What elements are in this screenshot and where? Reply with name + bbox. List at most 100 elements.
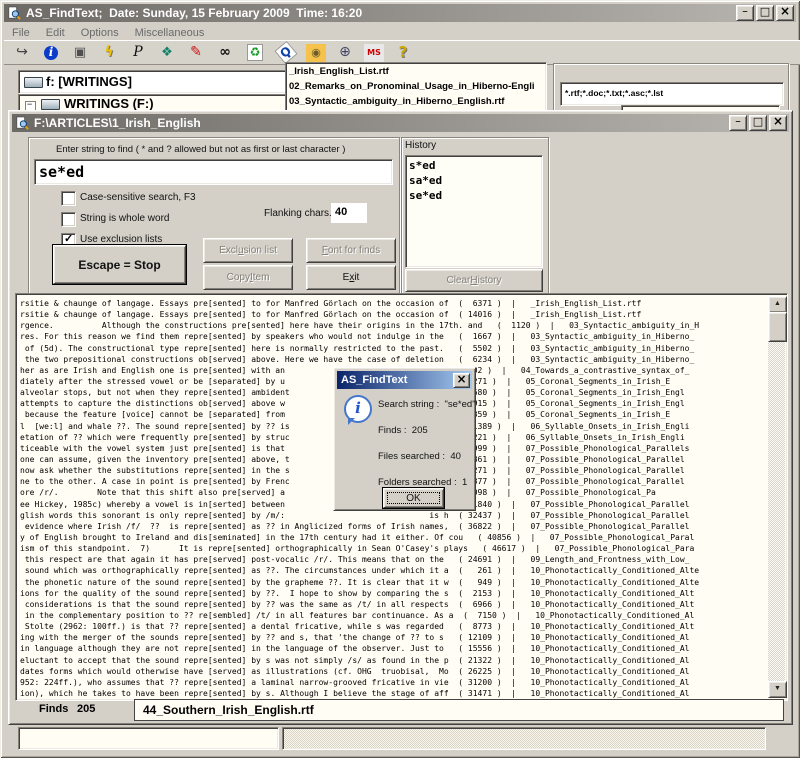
maximize-button[interactable] xyxy=(756,5,774,21)
result-line[interactable]: y of English brought to Ireland and dis[… xyxy=(20,532,768,543)
dialog-close-button[interactable] xyxy=(453,373,470,388)
use-exclusion-label: Use exclusion lists xyxy=(80,234,162,245)
history-list[interactable]: s*edsa*edse*ed xyxy=(405,155,543,268)
result-line[interactable]: Stolte (2962: 100ff.) is that ?? repre[s… xyxy=(20,621,768,632)
message-dialog: AS_FindText i Search string : "se*ed" Fi… xyxy=(333,367,476,511)
result-line[interactable]: dates forms which would otherwise have [… xyxy=(20,666,768,677)
results-scrollbar[interactable]: ▲ ▼ xyxy=(768,296,785,698)
search-page-icon[interactable]: Ϙ xyxy=(274,41,297,64)
ok-button[interactable]: OK xyxy=(383,488,444,508)
finder-maximize-button[interactable] xyxy=(749,115,767,131)
flanking-chars-value: 40 xyxy=(335,206,347,218)
finder-window-title: F:\ARTICLES\1_Irish_English xyxy=(12,116,201,130)
info-icon[interactable]: i xyxy=(44,46,58,60)
flanking-chars-label: Flanking chars. xyxy=(264,208,332,219)
result-line[interactable]: this respect are that again it has pre[s… xyxy=(20,554,768,565)
main-titlebar: AS_FindText; Date: Sunday, 15 February 2… xyxy=(4,4,796,22)
exit-button[interactable]: Exit xyxy=(306,265,396,290)
result-line[interactable]: ing with the merger of the sounds repre[… xyxy=(20,632,768,643)
tree-drive-icon xyxy=(41,99,60,110)
status-panel-right xyxy=(282,727,766,750)
result-line[interactable]: ions for the quality of the sound repre[… xyxy=(20,588,768,599)
tree-item-label[interactable]: WRITINGS (F:) xyxy=(64,96,154,111)
find-binoculars-icon[interactable]: ∞ xyxy=(215,44,235,62)
escape-stop-button[interactable]: Escape = Stop xyxy=(53,245,186,284)
file-item[interactable]: _Irish_English_List.rtf xyxy=(286,64,546,79)
current-file-box: 44_Southern_Irish_English.rtf xyxy=(134,699,784,721)
result-line[interactable]: the two prepositional constructions ob[s… xyxy=(20,354,768,365)
menu-item[interactable]: Options xyxy=(73,25,127,39)
result-line[interactable]: in language although they are not repre[… xyxy=(20,643,768,654)
as-findtext-app: AS_FindText; Date: Sunday, 15 February 2… xyxy=(0,0,800,758)
case-sensitive-checkbox[interactable] xyxy=(61,191,76,206)
close-button[interactable] xyxy=(776,5,794,21)
book-icon[interactable]: ❖ xyxy=(157,44,177,62)
result-line[interactable]: in the complementary position to ?? re[s… xyxy=(20,610,768,621)
history-item[interactable]: se*ed xyxy=(406,188,542,203)
result-line[interactable]: rsitie & chaunge of langage. Essays pre[… xyxy=(20,309,768,320)
dialog-line-search: Search string : "se*ed" xyxy=(378,399,476,410)
target-icon[interactable]: ⊕ xyxy=(335,44,355,62)
result-line[interactable]: rgence. Although the constructions pre[s… xyxy=(20,320,768,331)
finder-close-button[interactable] xyxy=(769,115,787,131)
font-for-finds-button[interactable]: Font for finds xyxy=(306,238,396,263)
result-line[interactable]: of (5d). The constructional type repre[s… xyxy=(20,343,768,354)
flanking-chars-input[interactable]: 40 xyxy=(331,203,367,223)
result-line[interactable]: ism of this standpoint. 7) It is repre[s… xyxy=(20,543,768,554)
drive-combobox[interactable]: f: [WRITINGS] ▼ xyxy=(18,70,310,94)
result-line[interactable]: evidence where Irish /f/ ?? is repre[sen… xyxy=(20,521,768,532)
folder-camera-icon[interactable]: ◉ xyxy=(306,44,326,62)
main-window-title: AS_FindText; Date: Sunday, 15 February 2… xyxy=(4,6,362,20)
current-file-name: 44_Southern_Irish_English.rtf xyxy=(143,703,314,717)
result-line[interactable]: sound which was orthographically repre[s… xyxy=(20,565,768,576)
result-line[interactable]: 952: 224ff.), who assumes that ?? repre[… xyxy=(20,677,768,688)
result-line[interactable]: the phonetic nature of the sound repre[s… xyxy=(20,577,768,588)
result-line[interactable]: eluctant to accept that the sound repre[… xyxy=(20,655,768,666)
menu-item[interactable]: Miscellaneous xyxy=(127,25,213,39)
app-icon xyxy=(7,6,21,20)
search-input-value: se*ed xyxy=(39,163,84,181)
clear-history-button[interactable]: Clear History xyxy=(405,269,543,292)
pen-icon[interactable]: ✎ xyxy=(186,44,206,62)
result-line[interactable]: considerations is that the sound repre[s… xyxy=(20,599,768,610)
filter-field-box[interactable]: *.rtf;*.doc;*.txt;*.asc;*.lst xyxy=(560,82,784,106)
file-item[interactable]: 02_Remarks_on_Pronominal_Usage_in_Hibern… xyxy=(286,79,546,94)
file-item[interactable]: 03_Syntactic_ambiguity_in_Hiberno_Englis… xyxy=(286,94,546,109)
status-panel-left xyxy=(18,727,279,750)
exit-icon[interactable]: ↪ xyxy=(12,44,32,62)
menubar: FileEditOptionsMiscellaneous xyxy=(4,23,796,40)
minimize-button[interactable] xyxy=(736,5,754,21)
result-line[interactable]: res. For this reason we find them repre[… xyxy=(20,331,768,342)
refresh-page-icon[interactable]: ♻ xyxy=(247,44,263,61)
lightning-icon[interactable]: ϟ xyxy=(99,44,119,62)
print-preview-icon[interactable]: P xyxy=(128,44,148,62)
ms-dos-icon[interactable]: MS xyxy=(364,44,384,62)
search-input[interactable]: se*ed xyxy=(34,159,393,185)
scroll-up-icon[interactable]: ▲ xyxy=(768,296,787,313)
history-item[interactable]: sa*ed xyxy=(406,173,542,188)
scroll-down-icon[interactable]: ▼ xyxy=(768,681,787,698)
whole-word-label: String is whole word xyxy=(80,213,169,224)
finder-titlebar: F:\ARTICLES\1_Irish_English xyxy=(12,114,789,132)
exclusion-list-button[interactable]: Exclusion list xyxy=(203,238,293,263)
whole-word-checkbox[interactable] xyxy=(61,212,76,227)
result-line[interactable]: glish words this sonorant is only repre[… xyxy=(20,510,768,521)
finder-minimize-button[interactable] xyxy=(729,115,747,131)
history-item[interactable]: s*ed xyxy=(406,158,542,173)
scroll-thumb[interactable] xyxy=(768,312,787,342)
help-icon[interactable]: ? xyxy=(393,44,413,62)
finds-label: Finds xyxy=(39,703,68,715)
dialog-title: AS_FindText xyxy=(337,374,407,386)
result-line[interactable]: rsitie & chaunge of langage. Essays pre[… xyxy=(20,298,768,309)
menu-item[interactable]: Edit xyxy=(38,25,73,39)
filter-value: *.rtf;*.doc;*.txt;*.asc;*.lst xyxy=(565,88,663,98)
dialog-line-finds: Finds : 205 xyxy=(378,425,428,436)
history-label: History xyxy=(405,140,436,151)
search-prompt-label: Enter string to find ( * and ? allowed b… xyxy=(56,144,345,155)
menu-item[interactable]: File xyxy=(4,25,38,39)
dialog-line-files: Files searched : 40 xyxy=(378,451,461,462)
copy-item-button[interactable]: Copy Item xyxy=(203,265,293,290)
info-icon-tail xyxy=(348,418,355,425)
display-icon[interactable]: ▣ xyxy=(70,44,90,62)
result-line[interactable]: ion), which he takes to have been repre[… xyxy=(20,688,768,698)
